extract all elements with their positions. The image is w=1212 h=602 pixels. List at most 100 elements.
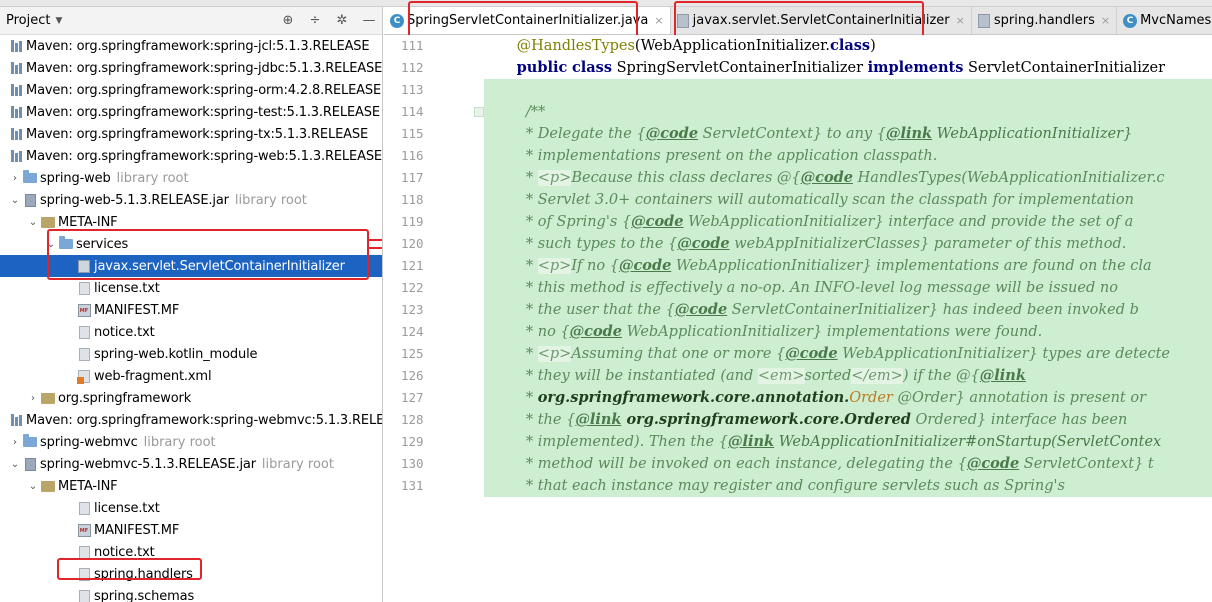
package-folder-icon — [40, 391, 56, 405]
tree-row[interactable]: ⌄ spring-web-5.1.3.RELEASE.jar library roo… — [0, 189, 382, 211]
doc-text: * of Spring's { — [521, 214, 632, 230]
icon-bar — [18, 85, 22, 96]
icon-bar — [10, 106, 14, 118]
package-folder-icon — [40, 215, 56, 229]
tree-row[interactable]: Maven: org.springframework:spring-orm:4.… — [0, 79, 382, 101]
tree-row[interactable]: ⌄ META-INF — [0, 475, 382, 497]
tree-row[interactable]: MF MANIFEST.MF — [0, 299, 382, 321]
doc-text: * — [521, 390, 538, 406]
close-icon[interactable]: × — [956, 14, 965, 27]
tree-row-label: Maven: org.springframework:spring-webmvc… — [26, 412, 383, 428]
tree-row[interactable]: ⌄ services — [0, 233, 382, 255]
tree-row[interactable]: spring.handlers — [0, 563, 382, 585]
hide-panel-icon[interactable]: — — [362, 13, 376, 28]
tree-row[interactable]: Maven: org.springframework:spring-jcl:5.… — [0, 35, 382, 57]
folder-icon — [22, 170, 38, 185]
tree-row[interactable]: web-fragment.xml — [0, 365, 382, 387]
tree-row-label: MANIFEST.MF — [94, 302, 180, 318]
folder-icon-shape — [23, 434, 37, 447]
fold-marker-icon[interactable] — [474, 107, 484, 117]
text-file-icon — [76, 589, 92, 602]
close-icon[interactable]: × — [654, 14, 663, 27]
code-view[interactable]: @HandlesTypes(WebApplicationInitializer.… — [484, 35, 1212, 602]
line-number: 111 — [401, 38, 424, 53]
icon-bar — [10, 84, 14, 96]
library-icon-shape — [10, 128, 22, 140]
tab-mvcnamespacehandler[interactable]: C MvcNamespaceHa — [1117, 7, 1212, 34]
folder-icon — [22, 434, 38, 449]
code-line-125: * <p>Assuming that one or more {@code We… — [484, 343, 1212, 365]
library-icon-shape — [10, 414, 22, 426]
code-line-113 — [484, 79, 1212, 101]
doc-tag: @link — [727, 433, 775, 450]
locate-icon[interactable]: ⊕ — [281, 13, 295, 28]
doc-html-tag: <p> — [537, 258, 572, 274]
tree-row[interactable]: › spring-webmvc library root — [0, 431, 382, 453]
doc-text: * the { — [521, 412, 576, 428]
tree-row[interactable]: spring-web.kotlin_module — [0, 343, 382, 365]
chevron-down-icon[interactable]: ⌄ — [44, 239, 58, 250]
line-number: 115 — [401, 126, 424, 141]
tree-row-label: services — [76, 236, 129, 252]
tree-row[interactable]: Maven: org.springframework:spring-tx:5.1… — [0, 123, 382, 145]
tree-row[interactable]: Maven: org.springframework:spring-webmvc… — [0, 409, 382, 431]
jar-icon-shape — [24, 193, 36, 207]
class-icon: C — [1123, 13, 1138, 28]
tree-row[interactable]: › spring-web library root — [0, 167, 382, 189]
highlight-connector — [368, 239, 382, 241]
tree-row[interactable]: license.txt — [0, 277, 382, 299]
doc-text: HandlesTypes(WebApplicationInitializer.c — [852, 170, 1165, 186]
jar-icon — [22, 193, 38, 207]
collapse-all-icon[interactable]: ÷ — [308, 13, 322, 28]
package-folder-icon-shape — [41, 480, 55, 492]
project-panel-toolbar: ⊕ ÷ ✲ — — [281, 13, 376, 28]
chevron-down-icon[interactable]: ⌄ — [26, 217, 40, 228]
chevron-right-icon[interactable]: › — [26, 393, 40, 404]
line-number: 123 — [401, 302, 424, 317]
chevron-down-icon[interactable]: ⌄ — [8, 459, 22, 470]
code-line-121: * <p>If no {@code WebApplicationInitiali… — [484, 255, 1212, 277]
project-view-selector[interactable]: Project — [6, 13, 50, 28]
tree-row[interactable]: Maven: org.springframework:spring-web:5.… — [0, 145, 382, 167]
chevron-down-icon[interactable]: ⌄ — [8, 195, 22, 206]
class-icon: C — [390, 13, 404, 28]
tree-row-hint: library root — [261, 456, 334, 472]
tree-row[interactable]: notice.txt — [0, 541, 382, 563]
chevron-down-icon[interactable]: ⌄ — [26, 481, 40, 492]
folder-icon — [58, 236, 74, 251]
tree-row[interactable]: MF MANIFEST.MF — [0, 519, 382, 541]
tree-row[interactable]: › org.springframework — [0, 387, 382, 409]
chevron-right-icon[interactable]: › — [8, 173, 22, 184]
doc-tag: @code — [800, 169, 853, 186]
tree-row[interactable]: license.txt — [0, 497, 382, 519]
line-number: 125 — [401, 346, 424, 361]
tree-row[interactable]: Maven: org.springframework:spring-test:5… — [0, 101, 382, 123]
line-number: 121 — [401, 258, 424, 273]
chevron-down-icon[interactable]: ▼ — [55, 16, 62, 26]
tab-spring-handlers[interactable]: spring.handlers × — [971, 7, 1118, 34]
tab-servletcontainerinitializer-file[interactable]: javax.servlet.ServletContainerInitialize… — [670, 7, 972, 34]
tree-row[interactable]: ⌄ spring-webmvc-5.1.3.RELEASE.jar library … — [0, 453, 382, 475]
doc-text: * such types to the { — [521, 236, 678, 252]
chevron-right-icon[interactable]: › — [8, 437, 22, 448]
tree-row[interactable]: Maven: org.springframework:spring-jdbc:5… — [0, 57, 382, 79]
icon-bar — [18, 107, 22, 118]
tree-row-label: license.txt — [94, 280, 160, 296]
code-text: ) — [870, 38, 876, 54]
tree-row[interactable]: spring.schemas — [0, 585, 382, 602]
tree-row-label: META-INF — [58, 478, 118, 494]
code-line-114: /** — [484, 101, 1212, 123]
tab-springservletcontainerinitializer[interactable]: C SpringServletContainerInitializer.java… — [384, 7, 671, 34]
close-icon[interactable]: × — [1101, 14, 1110, 27]
tree-row[interactable]: notice.txt — [0, 321, 382, 343]
tree-row[interactable]: ⌄ META-INF — [0, 211, 382, 233]
tree-row[interactable]: javax.servlet.ServletContainerInitialize… — [0, 255, 382, 277]
code-line-124: * no {@code WebApplicationInitializer} i… — [484, 321, 1212, 343]
text-file-icon — [76, 347, 92, 361]
line-number: 128 — [401, 412, 424, 427]
class-name: SpringServletContainerInitializer — [612, 60, 868, 76]
tab-label: MvcNamespaceHa — [1140, 13, 1212, 28]
doc-text: @Order} — [892, 390, 965, 406]
gear-icon[interactable]: ✲ — [335, 13, 349, 28]
doc-tag: @code — [631, 213, 684, 230]
